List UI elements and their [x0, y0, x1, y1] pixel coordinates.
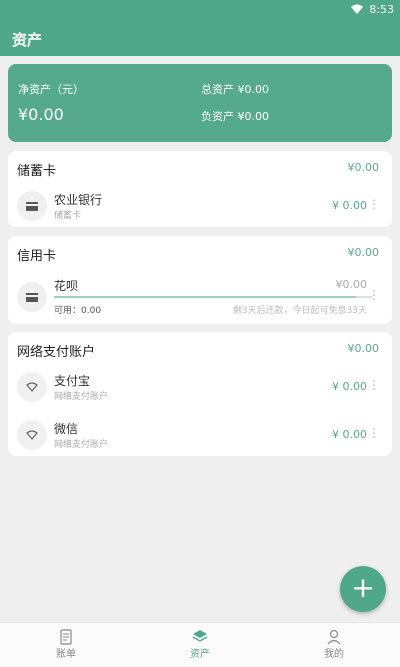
nav-item-profile[interactable]: 我的	[304, 629, 364, 660]
account-balance: ¥0.00	[335, 278, 368, 291]
more-options-icon[interactable]: ⋮	[368, 288, 380, 302]
account-row-alipay[interactable]: 支付宝 网络支付账户 ¥ 0.00 ⋮	[8, 364, 392, 412]
more-options-icon[interactable]: ⋮	[368, 378, 380, 392]
app-bar: 资产	[0, 20, 400, 56]
more-options-icon[interactable]: ⋮	[368, 197, 380, 211]
account-row-abc-bank[interactable]: 农业银行 储蓄卡 ¥ 0.00 ⋮	[8, 183, 392, 231]
account-type: 储蓄卡	[54, 211, 82, 221]
section-total: ¥0.00	[347, 161, 380, 174]
account-name: 支付宝	[54, 374, 91, 388]
net-assets-value: ¥0.00	[18, 105, 64, 124]
asset-summary-card: 净资产（元） ¥0.00 总资产 ¥0.00 负资产 ¥0.00	[8, 64, 392, 142]
section-total: ¥0.00	[347, 342, 380, 355]
account-type: 网络支付账户	[54, 440, 109, 450]
section-online-payment: 网络支付账户 ¥0.00 支付宝 网络支付账户 ¥ 0.00 ⋮ 微信 网络支付…	[8, 332, 392, 456]
account-row-huabei[interactable]: 花呗 ¥0.00 可用：0.00 剩3天后还款，今日起可免息33天 ⋮	[8, 274, 392, 322]
account-balance: ¥ 0.00	[332, 199, 367, 212]
wifi-status-icon	[350, 4, 364, 18]
account-row-wechat[interactable]: 微信 网络支付账户 ¥ 0.00 ⋮	[8, 412, 392, 460]
bottom-navigation: 账单 资产 我的	[0, 622, 400, 667]
card-icon	[17, 282, 47, 312]
bill-icon	[58, 629, 74, 645]
page-title: 资产	[12, 31, 43, 49]
nav-label: 我的	[324, 649, 344, 660]
liabilities-label: 负资产 ¥0.00	[201, 110, 269, 123]
wifi-icon	[17, 372, 47, 402]
section-total: ¥0.00	[347, 246, 380, 259]
account-type: 网络支付账户	[54, 392, 109, 402]
add-account-button[interactable]: +	[340, 566, 386, 612]
section-title: 网络支付账户	[17, 345, 96, 360]
account-name: 花呗	[54, 279, 79, 293]
available-credit: 可用：0.00	[54, 306, 102, 316]
account-balance: ¥ 0.00	[332, 380, 367, 393]
section-savings-card: 储蓄卡 ¥0.00 农业银行 储蓄卡 ¥ 0.00 ⋮	[8, 151, 392, 227]
nav-item-bills[interactable]: 账单	[36, 629, 96, 660]
section-title: 信用卡	[17, 249, 57, 264]
wifi-icon	[17, 420, 47, 450]
status-bar: 8:53	[0, 0, 400, 20]
section-title: 储蓄卡	[17, 164, 57, 179]
section-credit-card: 信用卡 ¥0.00 花呗 ¥0.00 可用：0.00 剩3天后还款，今日起可免息…	[8, 236, 392, 324]
card-icon	[17, 191, 47, 221]
nav-label: 账单	[56, 649, 76, 660]
asset-icon	[192, 629, 208, 645]
account-name: 微信	[54, 422, 79, 436]
credit-usage-bar	[54, 296, 372, 298]
net-assets-label: 净资产（元）	[18, 83, 84, 96]
account-balance: ¥ 0.00	[332, 428, 367, 441]
nav-item-assets[interactable]: 资产	[170, 629, 230, 660]
clock: 8:53	[369, 3, 394, 16]
profile-icon	[326, 629, 342, 645]
more-options-icon[interactable]: ⋮	[368, 426, 380, 440]
account-name: 农业银行	[54, 193, 103, 207]
nav-label: 资产	[190, 649, 210, 660]
repayment-note: 剩3天后还款，今日起可免息33天	[232, 306, 367, 316]
credit-usage-fill	[54, 296, 357, 298]
total-assets-label: 总资产 ¥0.00	[201, 83, 269, 96]
